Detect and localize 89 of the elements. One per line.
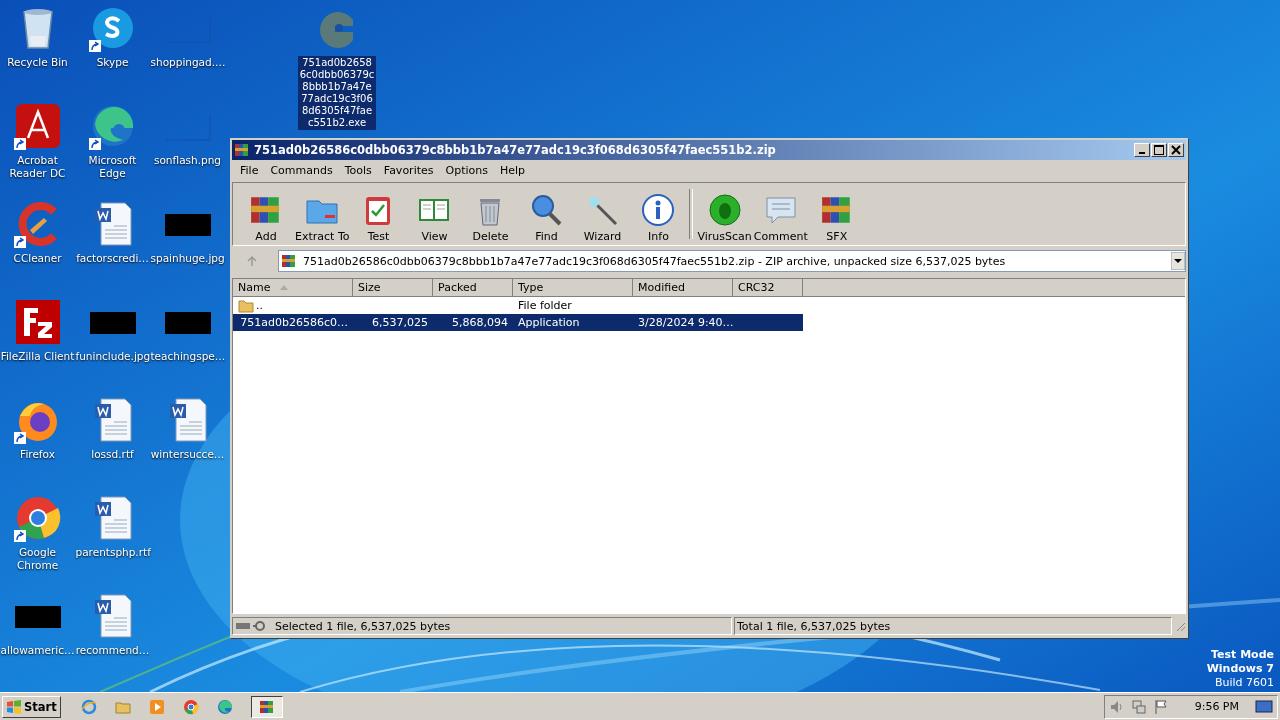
desktop-icon-label[interactable]: Skype bbox=[96, 56, 129, 69]
desktop-icon-label[interactable]: Recycle Bin bbox=[7, 56, 68, 69]
maximize-button[interactable] bbox=[1151, 143, 1167, 157]
browser-icon[interactable] bbox=[182, 698, 199, 715]
table-cell: .. bbox=[256, 299, 263, 312]
archive-icon bbox=[281, 253, 297, 269]
desktop-icon-label[interactable]: lossd.rtf bbox=[91, 448, 134, 461]
dropdown-arrow-icon[interactable] bbox=[1171, 252, 1185, 270]
resize-grip-icon[interactable] bbox=[1174, 620, 1186, 632]
maximize-icon bbox=[1154, 145, 1164, 155]
desktop-icon-label[interactable]: wintersucce… bbox=[150, 448, 225, 461]
table-cell: File folder bbox=[518, 299, 572, 312]
menu-item[interactable]: Help bbox=[493, 163, 532, 177]
network-icon[interactable] bbox=[1130, 698, 1147, 715]
show-desktop-icon[interactable] bbox=[1255, 698, 1273, 715]
toolbar-button[interactable]: Wizard bbox=[575, 187, 630, 243]
column-header[interactable]: Size bbox=[353, 279, 433, 296]
close-icon bbox=[1171, 145, 1181, 155]
table-cell: Application bbox=[518, 316, 580, 329]
desktop-icon-label[interactable]: Firefox bbox=[20, 448, 55, 461]
toolbar-button[interactable]: VirusScan bbox=[697, 187, 752, 243]
windows-logo-icon bbox=[6, 698, 22, 715]
desktop-icon-label[interactable]: funinclude.jpg bbox=[75, 350, 150, 363]
column-header[interactable]: Type bbox=[513, 279, 633, 296]
system-watermark-text: Build 7601 bbox=[1214, 676, 1274, 690]
info-icon bbox=[641, 193, 676, 227]
start-button[interactable]: Start bbox=[2, 695, 61, 718]
toolbar-button[interactable]: View bbox=[407, 187, 462, 243]
table-cell: 5,868,094 bbox=[452, 316, 508, 329]
toolbar-button[interactable]: Delete bbox=[463, 187, 518, 243]
desktop-icon-label[interactable]: Acrobat Reader DC bbox=[0, 154, 75, 180]
column-header[interactable]: Packed bbox=[433, 279, 513, 296]
system-watermark-text: Test Mode bbox=[1211, 648, 1274, 662]
bug-icon bbox=[707, 193, 742, 227]
address-field[interactable]: 751ad0b26586c0dbb06379c8bbb1b7a47e77adc19c3f068d6305f47faec551b2.zip - ZIP archive, unpacked size 6,537,025 bytes bbox=[278, 250, 1186, 272]
table-cell: 751ad0b26586c0… bbox=[240, 316, 348, 329]
window-title: 751ad0b26586c0dbb06379c8bbb1b7a47e77adc19c3f068d6305f47faec551b2.zip bbox=[254, 143, 777, 157]
ftp-client-icon bbox=[13, 298, 62, 346]
folder-icon bbox=[238, 297, 254, 314]
archive-icon bbox=[258, 698, 275, 715]
toolbar-button[interactable]: SFX bbox=[809, 187, 864, 243]
desktop-icon-label[interactable]: FileZilla Client bbox=[0, 350, 75, 363]
desktop-icon-label[interactable]: Microsoft Edge bbox=[75, 154, 150, 180]
browser-icon[interactable] bbox=[80, 698, 97, 715]
desktop-icon-label[interactable]: teachingspe… bbox=[150, 350, 225, 363]
browser-icon[interactable] bbox=[216, 698, 233, 715]
up-arrow-icon bbox=[246, 255, 258, 267]
menu-item[interactable]: Favorites bbox=[377, 163, 440, 177]
flag-icon[interactable] bbox=[1152, 698, 1169, 715]
file-row[interactable]: 751ad0b26586c0… 6,537,025 5,868,094 Application 3/28/2024 9:40… bbox=[233, 314, 803, 331]
desktop-icon-label[interactable]: factorscredi… bbox=[76, 252, 149, 265]
toolbar-button[interactable]: Info bbox=[631, 187, 686, 243]
menu-item[interactable]: Commands bbox=[264, 163, 339, 177]
table-cell: 3/28/2024 9:40… bbox=[638, 316, 734, 329]
system-watermark-text: Windows 7 bbox=[1206, 662, 1274, 676]
toolbar-button[interactable]: Find bbox=[519, 187, 574, 243]
desktop-icon-label[interactable]: shoppingad.… bbox=[150, 56, 225, 69]
minimize-button[interactable] bbox=[1134, 143, 1150, 157]
desktop-icon-label[interactable]: recommend… bbox=[75, 644, 150, 657]
menu-item[interactable]: File bbox=[234, 163, 265, 177]
column-header[interactable]: Modified bbox=[633, 279, 733, 296]
archive-icon bbox=[234, 142, 250, 158]
status-text: Selected 1 file, 6,537,025 bytes bbox=[275, 619, 451, 633]
file-row[interactable]: .. File folder bbox=[233, 297, 803, 314]
desktop-icon-label[interactable]: Google Chrome bbox=[0, 546, 75, 572]
desktop-icon-label[interactable]: spainhuge.jpg bbox=[150, 252, 225, 265]
media-player-icon[interactable] bbox=[148, 698, 165, 715]
pdf-reader-icon bbox=[13, 102, 62, 150]
toolbar-button[interactable]: Add bbox=[239, 187, 293, 243]
close-button[interactable] bbox=[1168, 143, 1184, 157]
taskbar-button[interactable] bbox=[250, 695, 283, 718]
desktop-icon-label[interactable]: parentsphp.rtf bbox=[75, 546, 150, 559]
menu-item[interactable]: Tools bbox=[338, 163, 378, 177]
minimize-icon bbox=[1139, 152, 1145, 154]
menu-item[interactable]: Options bbox=[439, 163, 494, 177]
toolbar-button[interactable]: Test bbox=[351, 187, 406, 243]
table-cell: 6,537,025 bbox=[372, 316, 428, 329]
desktop-icon-label[interactable]: allowameric… bbox=[0, 644, 75, 657]
toolbar-button[interactable]: Extract To bbox=[295, 187, 350, 243]
clock-text[interactable]: 9:56 PM bbox=[1194, 700, 1239, 713]
desktop-icon-label[interactable]: sonflash.png bbox=[153, 154, 221, 167]
status-text: Total 1 file, 6,537,025 bytes bbox=[737, 619, 891, 633]
desktop-icon-label[interactable]: 751ad0b2658 6c0dbb06379c 8bbb1b7a47e 77adc19c3f06 8d6305f47fae c551b2.exe bbox=[297, 56, 377, 130]
desktop-icon-label[interactable]: CCleaner bbox=[13, 252, 62, 265]
toolbar-button[interactable]: Comment bbox=[753, 187, 808, 243]
sort-arrow-icon bbox=[280, 285, 289, 290]
search-icon bbox=[529, 193, 564, 227]
column-header[interactable]: CRC32 bbox=[733, 279, 803, 296]
column-header[interactable]: Name bbox=[233, 279, 353, 296]
